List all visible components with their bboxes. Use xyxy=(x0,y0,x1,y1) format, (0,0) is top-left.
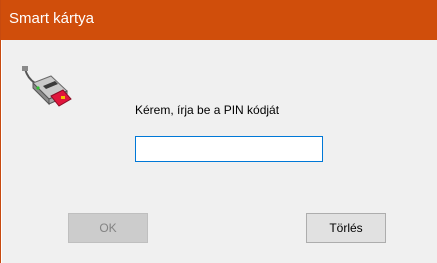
ok-button[interactable]: OK xyxy=(68,213,148,243)
smart-card-reader-icon xyxy=(22,66,72,107)
window-title: Smart kártya xyxy=(9,10,95,27)
cancel-button[interactable]: Törlés xyxy=(306,213,386,243)
pin-input[interactable] xyxy=(135,136,323,162)
pin-prompt-label: Kérem, írja be a PIN kódját xyxy=(135,103,280,117)
smart-card-dialog: Smart kártya Kérem, írja be a PIN kódját… xyxy=(0,0,437,263)
title-bar[interactable]: Smart kártya xyxy=(1,0,437,40)
